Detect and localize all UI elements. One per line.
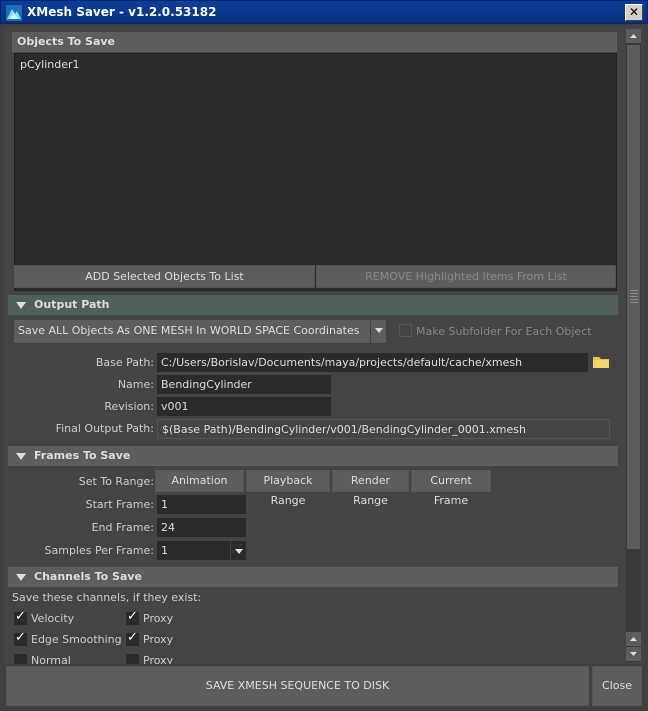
base-path-label: Base Path: bbox=[95, 356, 154, 369]
main-content: Objects To Save pCylinder1 ADD Selected … bbox=[4, 28, 621, 664]
start-frame-input[interactable]: 1 bbox=[157, 495, 246, 514]
collapse-triangle-icon bbox=[16, 301, 26, 309]
samples-dropdown[interactable]: 1 bbox=[157, 541, 246, 560]
window-title: XMesh Saver - v1.2.0.53182 bbox=[27, 5, 217, 19]
start-frame-label: Start Frame: bbox=[85, 498, 154, 511]
channels-intro: Save these channels, if they exist: bbox=[12, 591, 202, 604]
scroll-down-button[interactable] bbox=[626, 647, 641, 661]
scroll-up-button-2[interactable] bbox=[626, 632, 641, 646]
velocity-proxy-checkbox[interactable] bbox=[126, 609, 139, 625]
current-frame-button[interactable]: Current Frame bbox=[411, 470, 491, 507]
revision-label: Revision: bbox=[104, 400, 154, 413]
close-icon: ✕ bbox=[628, 5, 640, 19]
velocity-label: Velocity bbox=[31, 612, 75, 625]
section-objects-header[interactable]: Objects To Save bbox=[12, 32, 617, 52]
close-button[interactable]: Close bbox=[592, 666, 642, 706]
edge-smoothing-label: Edge Smoothing bbox=[31, 633, 122, 646]
footer-bar: SAVE XMESH SEQUENCE TO DISK Close bbox=[0, 664, 648, 711]
samples-value: 1 bbox=[161, 544, 168, 557]
section-objects-title: Objects To Save bbox=[17, 35, 116, 48]
samples-label: Samples Per Frame: bbox=[44, 544, 154, 557]
window-close-button[interactable]: ✕ bbox=[625, 4, 643, 21]
xmesh-app-icon bbox=[6, 5, 22, 21]
arrow-down-icon bbox=[630, 652, 637, 656]
edge-smoothing-checkbox[interactable] bbox=[14, 630, 27, 646]
end-frame-input[interactable]: 24 bbox=[157, 518, 246, 537]
base-path-input[interactable]: C:/Users/Borislav/Documents/maya/project… bbox=[157, 353, 588, 372]
playback-range-button[interactable]: Playback Range bbox=[246, 470, 330, 507]
section-output-title: Output Path bbox=[34, 298, 110, 311]
title-bar: XMesh Saver - v1.2.0.53182 ✕ bbox=[0, 0, 648, 24]
section-frames-header[interactable]: Frames To Save bbox=[8, 446, 618, 466]
velocity-checkbox[interactable] bbox=[14, 609, 27, 625]
edge-smoothing-proxy-checkbox[interactable] bbox=[126, 630, 139, 646]
normal-proxy-checkbox[interactable] bbox=[126, 654, 139, 664]
section-channels-header[interactable]: Channels To Save bbox=[8, 567, 618, 587]
end-frame-label: End Frame: bbox=[91, 521, 154, 534]
name-label: Name: bbox=[117, 378, 154, 391]
normal-checkbox[interactable] bbox=[14, 654, 27, 664]
velocity-proxy-label: Proxy bbox=[143, 612, 174, 625]
chevron-down-icon bbox=[230, 541, 246, 560]
final-path-label: Final Output Path: bbox=[55, 422, 154, 435]
output-mode-dropdown[interactable]: Save ALL Objects As ONE MESH In WORLD SP… bbox=[14, 320, 386, 343]
name-input[interactable]: BendingCylinder bbox=[157, 375, 331, 394]
folder-icon[interactable] bbox=[593, 356, 609, 368]
normal-proxy-label: Proxy bbox=[143, 654, 174, 664]
edge-smoothing-proxy-label: Proxy bbox=[143, 633, 174, 646]
chevron-down-icon bbox=[370, 320, 386, 343]
revision-input[interactable]: v001 bbox=[157, 397, 331, 416]
grip-icon bbox=[630, 290, 638, 304]
vertical-scrollbar[interactable] bbox=[626, 29, 641, 662]
arrow-up-icon bbox=[630, 637, 637, 641]
section-channels-title: Channels To Save bbox=[34, 570, 143, 583]
render-range-button[interactable]: Render Range bbox=[332, 470, 409, 507]
final-path-field: $(Base Path)/BendingCylinder/v001/Bendin… bbox=[157, 419, 610, 439]
subfolder-label: Make Subfolder For Each Object bbox=[416, 325, 592, 338]
add-objects-button[interactable]: ADD Selected Objects To List bbox=[14, 265, 315, 288]
section-output-header[interactable]: Output Path bbox=[8, 295, 618, 315]
animation-range-button[interactable]: Animation Range bbox=[155, 470, 244, 507]
subfolder-checkbox[interactable] bbox=[399, 324, 412, 337]
output-mode-value: Save ALL Objects As ONE MESH In WORLD SP… bbox=[18, 324, 360, 337]
set-range-label: Set To Range: bbox=[78, 475, 154, 488]
collapse-triangle-icon bbox=[16, 452, 26, 460]
section-frames-title: Frames To Save bbox=[34, 449, 131, 462]
scrollbar-thumb[interactable] bbox=[627, 45, 640, 549]
normal-label: Normal bbox=[31, 654, 71, 664]
collapse-triangle-icon bbox=[16, 573, 26, 581]
arrow-up-icon bbox=[630, 34, 637, 38]
list-item[interactable]: pCylinder1 bbox=[15, 54, 616, 75]
remove-items-button[interactable]: REMOVE Highlighted Items From List bbox=[316, 265, 616, 288]
objects-list[interactable]: pCylinder1 bbox=[14, 53, 617, 291]
save-sequence-button[interactable]: SAVE XMESH SEQUENCE TO DISK bbox=[6, 666, 589, 706]
scroll-up-button[interactable] bbox=[626, 29, 641, 43]
